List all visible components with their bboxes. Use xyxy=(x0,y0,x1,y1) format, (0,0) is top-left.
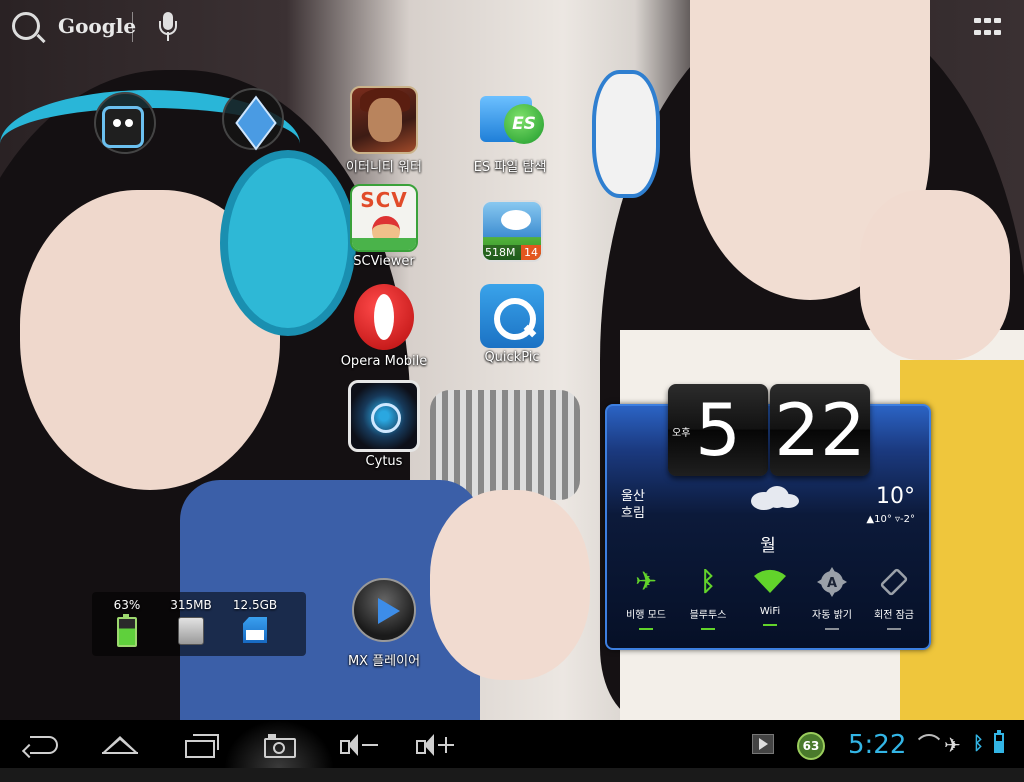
wifi-icon xyxy=(739,564,801,600)
weather-location: 울산 흐림 xyxy=(621,489,645,521)
home-icon[interactable] xyxy=(100,732,140,758)
app-folder-2[interactable] xyxy=(222,88,284,151)
app-label: MX 플레이어 xyxy=(347,654,421,669)
quickpic-icon xyxy=(480,284,544,348)
app-label: SCViewer xyxy=(353,254,415,269)
google-search-bar[interactable]: Google xyxy=(12,12,136,40)
app-folder-1[interactable] xyxy=(94,92,156,154)
app-label: Opera Mobile xyxy=(340,354,428,369)
opera-icon xyxy=(350,284,418,352)
auto-brightness-icon: A xyxy=(801,564,863,600)
weather-temperature: 10° xyxy=(876,484,915,509)
quick-toggles: ✈ 비행 모드 ᛒ 블루투스 WiFi A 자동 밝기 회전 잠금 xyxy=(615,564,925,644)
battery-cell: 63% xyxy=(92,598,162,647)
sd-cell: 12.5GB xyxy=(220,598,290,643)
airplane-icon: ✈ xyxy=(635,567,657,597)
app-label: 이터니티 워터 xyxy=(346,160,422,175)
media-notification-icon[interactable] xyxy=(752,734,774,754)
back-icon[interactable] xyxy=(21,732,58,759)
recent-apps-icon[interactable] xyxy=(183,732,219,758)
toggle-airplane-mode[interactable]: ✈ 비행 모드 xyxy=(615,564,677,630)
toggle-rotation-lock[interactable]: 회전 잠금 xyxy=(863,564,925,630)
ram-cell: 315MB xyxy=(156,598,226,645)
sd-card-icon xyxy=(243,617,267,643)
wallpaper-headphone-right xyxy=(592,70,660,198)
microphone-icon[interactable] xyxy=(157,12,179,44)
cytus-icon xyxy=(348,380,420,452)
app-label: Cytus xyxy=(365,454,403,469)
system-status-widget[interactable]: 63% 315MB 12.5GB xyxy=(92,592,306,656)
wallpaper-hand-right xyxy=(860,190,1010,360)
eternity-warriors-icon xyxy=(350,86,418,154)
rotation-lock-icon xyxy=(863,564,925,600)
app-label: ES 파일 탐색 xyxy=(473,160,547,175)
search-divider xyxy=(132,12,133,42)
app-cytus[interactable]: Cytus xyxy=(324,380,444,469)
app-label: QuickPic xyxy=(484,350,540,365)
toggle-bluetooth[interactable]: ᛒ 블루투스 xyxy=(677,564,739,630)
app-scviewer[interactable]: SCV SCViewer xyxy=(324,184,444,269)
search-icon xyxy=(12,12,40,40)
clock-minute: 22 xyxy=(770,384,870,476)
battery-status-icon xyxy=(994,730,1004,753)
play-icon xyxy=(352,578,416,642)
app-mx-player[interactable]: MX 플레이어 xyxy=(324,578,444,669)
airplane-status-icon: ✈ xyxy=(944,733,961,757)
clock-weather-widget[interactable]: 오후 5 22 울산 흐림 10° ▲10° ▿-2° 월 ✈ 비행 모드 ᛒ … xyxy=(605,384,931,650)
status-clock[interactable]: 5:22 xyxy=(848,728,906,776)
bluetooth-status-icon: ᛒ xyxy=(973,733,984,754)
svg-text:A: A xyxy=(827,576,837,591)
app-opera-mobile[interactable]: Opera Mobile xyxy=(324,284,444,369)
volume-down-icon[interactable] xyxy=(340,732,384,758)
weather-day: 월 xyxy=(760,536,776,556)
cat-game-icon xyxy=(102,106,144,148)
app-weather[interactable]: 518M 14 xyxy=(452,200,572,262)
weather-memory-icon: 518M 14 xyxy=(481,200,543,262)
app-eternity-warriors[interactable]: 이터니티 워터 xyxy=(324,86,444,175)
memory-icon xyxy=(178,617,204,645)
clock-hour: 오후 5 xyxy=(668,384,768,476)
app-es-file-explorer[interactable]: ES ES 파일 탐색 xyxy=(450,86,570,175)
scviewer-icon: SCV xyxy=(350,184,418,252)
toggle-auto-brightness[interactable]: A 자동 밝기 xyxy=(801,564,863,630)
search-label: Google xyxy=(58,14,137,38)
notification-badge[interactable]: 63 xyxy=(797,732,825,760)
weather-range: ▲10° ▿-2° xyxy=(866,514,915,525)
es-file-explorer-icon: ES xyxy=(476,86,544,154)
toggle-wifi[interactable]: WiFi xyxy=(739,564,801,626)
camera-icon[interactable] xyxy=(264,732,296,758)
volume-up-icon[interactable] xyxy=(416,732,460,758)
all-apps-grid-icon[interactable] xyxy=(974,18,1002,38)
battery-icon xyxy=(117,614,137,647)
wallpaper-fist xyxy=(430,490,590,680)
bluetooth-icon: ᛒ xyxy=(700,567,716,597)
dropbox-icon xyxy=(235,95,277,151)
app-quickpic[interactable]: QuickPic xyxy=(452,284,572,365)
cloud-icon xyxy=(743,484,799,510)
